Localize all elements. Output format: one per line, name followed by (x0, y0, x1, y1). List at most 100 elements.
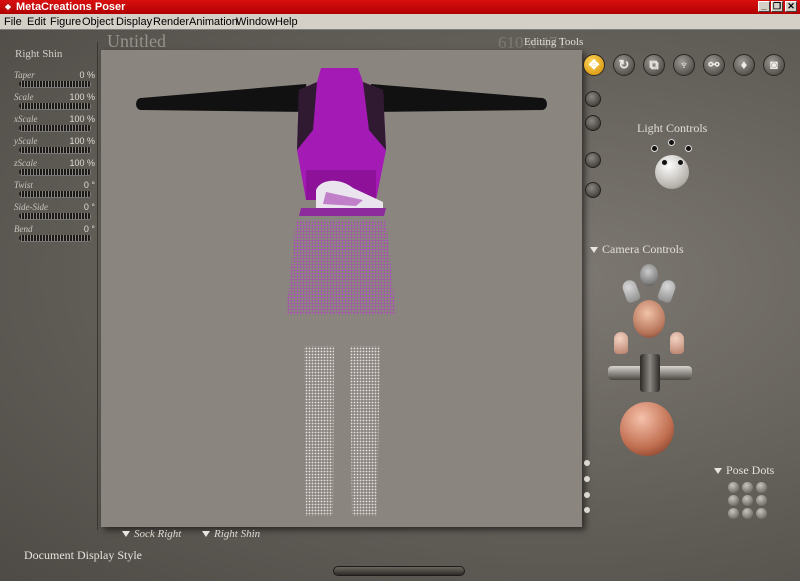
editing-tools-label: Editing Tools (524, 36, 584, 48)
pose-dot[interactable] (756, 508, 767, 519)
light-dot-icon[interactable] (661, 159, 668, 166)
twist-tool-icon[interactable]: ⧉ (643, 54, 665, 76)
view-magnifier-tool-icon[interactable]: ◙ (763, 54, 785, 76)
camera-controls-text: Camera Controls (602, 242, 684, 256)
camera-face-icon[interactable] (640, 264, 658, 286)
side-tool-direct-icon[interactable] (585, 182, 601, 198)
light-dot-icon[interactable] (685, 145, 692, 152)
dial-wheel[interactable] (19, 103, 91, 109)
camera-left-hand-small-icon[interactable] (620, 278, 642, 304)
side-tool-morph-icon[interactable] (585, 152, 601, 168)
dial-wheel[interactable] (19, 213, 91, 219)
light-dot-icon[interactable] (668, 139, 675, 146)
dial-wheel[interactable] (19, 235, 91, 241)
menu-animation[interactable]: Animation (189, 16, 238, 28)
dial-label: Scale (14, 92, 34, 102)
dial-value[interactable]: 100 % (69, 114, 95, 124)
figure-selector[interactable]: Sock Right (122, 528, 181, 540)
left-leg (304, 346, 334, 516)
dial-value[interactable]: 100 % (69, 136, 95, 146)
dial-wheel[interactable] (19, 169, 91, 175)
dial-wheel[interactable] (19, 147, 91, 153)
right-leg (350, 346, 380, 516)
memory-dot[interactable] (584, 507, 590, 513)
dial-value[interactable]: 0 % (79, 70, 95, 80)
memory-dot[interactable] (584, 492, 590, 498)
dial-value[interactable]: 100 % (69, 92, 95, 102)
dial-twist[interactable]: Twist 0 ° (14, 180, 96, 202)
body-part-selector[interactable]: Right Shin (202, 528, 260, 540)
light-sphere-icon[interactable] (655, 155, 689, 189)
menu-figure[interactable]: Figure (50, 16, 81, 28)
collapse-triangle-icon[interactable] (714, 468, 722, 475)
poser-app-icon[interactable] (2, 1, 14, 13)
document-viewport[interactable] (101, 50, 582, 527)
dial-yscale[interactable]: yScale 100 % (14, 136, 96, 158)
pose-dot[interactable] (756, 495, 767, 506)
dial-xscale[interactable]: xScale 100 % (14, 114, 96, 136)
pose-dot[interactable] (728, 495, 739, 506)
menu-help[interactable]: Help (275, 16, 298, 28)
pose-dot[interactable] (756, 482, 767, 493)
taper-tool-icon[interactable]: ♆ (673, 54, 695, 76)
camera-head-icon[interactable] (633, 300, 665, 338)
dial-label: Taper (14, 70, 35, 80)
side-tool-scale-icon[interactable] (585, 91, 601, 107)
restore-button[interactable]: ❐ (771, 1, 783, 12)
dial-value[interactable]: 100 % (69, 158, 95, 168)
parameter-dials-panel: Right Shin Taper 0 % Scale 100 % xScale … (8, 42, 98, 530)
figure-name: Sock Right (134, 528, 182, 540)
pose-dot[interactable] (742, 508, 753, 519)
menu-object[interactable]: Object (82, 16, 114, 28)
body-part-name: Right Shin (214, 528, 261, 540)
dial-wheel[interactable] (19, 125, 91, 131)
menu-window[interactable]: Window (236, 16, 275, 28)
light-dot-icon[interactable] (677, 159, 684, 166)
dial-value[interactable]: 0 ° (84, 180, 95, 190)
dial-value[interactable]: 0 ° (84, 224, 95, 234)
pose-dot[interactable] (728, 508, 739, 519)
dial-bend[interactable]: Bend 0 ° (14, 224, 96, 246)
camera-right-hand-icon[interactable] (670, 332, 684, 354)
dial-wheel[interactable] (19, 191, 91, 197)
camera-right-hand-small-icon[interactable] (656, 278, 678, 304)
dial-value[interactable]: 0 ° (84, 202, 95, 212)
translate-tool-icon[interactable]: ✥ (583, 54, 605, 76)
light-controls-label: Light Controls (637, 121, 708, 135)
color-tool-icon[interactable]: ♦ (733, 54, 755, 76)
dial-zscale[interactable]: zScale 100 % (14, 158, 96, 180)
camera-move-y-icon[interactable] (640, 354, 660, 392)
dial-scale[interactable]: Scale 100 % (14, 92, 96, 114)
memory-dot[interactable] (584, 460, 590, 466)
dial-side-side[interactable]: Side-Side 0 ° (14, 202, 96, 224)
minimize-button[interactable]: _ (758, 1, 770, 12)
title-bar: MetaCreations Poser _ ❐ ✕ (0, 0, 800, 14)
dial-taper[interactable]: Taper 0 % (14, 70, 96, 92)
light-dot-icon[interactable] (651, 145, 658, 152)
menu-render[interactable]: Render (153, 16, 189, 28)
pose-dots-grid (728, 482, 768, 522)
chain-break-tool-icon[interactable]: ⚯ (703, 54, 725, 76)
left-sleeve (141, 84, 311, 112)
right-sleeve (369, 84, 542, 112)
camera-left-hand-icon[interactable] (614, 332, 628, 354)
pose-dot[interactable] (728, 482, 739, 493)
close-button[interactable]: ✕ (785, 1, 797, 12)
menu-file[interactable]: File (4, 16, 22, 28)
camera-trackball-icon[interactable] (620, 402, 674, 456)
memory-dot[interactable] (584, 476, 590, 482)
menu-display[interactable]: Display (116, 16, 152, 28)
dial-label: yScale (14, 136, 38, 146)
dial-wheel[interactable] (19, 81, 91, 87)
side-tool-grab-icon[interactable] (585, 115, 601, 131)
figure-render (136, 68, 547, 516)
bottom-panel-handle[interactable] (333, 566, 465, 576)
pose-dot[interactable] (742, 495, 753, 506)
light-controls-sphere[interactable] (641, 137, 703, 197)
rotate-tool-icon[interactable]: ↻ (613, 54, 635, 76)
pose-dot[interactable] (742, 482, 753, 493)
menu-edit[interactable]: Edit (27, 16, 46, 28)
collapse-triangle-icon[interactable] (590, 247, 598, 254)
dropdown-triangle-icon (122, 531, 130, 538)
document-display-style-label: Document Display Style (24, 548, 142, 562)
